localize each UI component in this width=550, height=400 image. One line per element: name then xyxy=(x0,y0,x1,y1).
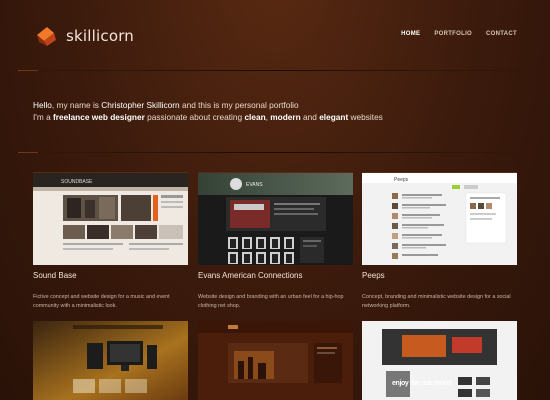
nav-contact[interactable]: CONTACT xyxy=(486,31,517,37)
thumb-brand-text: SOUNDBASE xyxy=(61,179,93,185)
thumb-tagline-text: enjoy the ride more! xyxy=(392,380,452,387)
sixth-screenshot: enjoy the ride more! xyxy=(362,321,517,400)
word-elegant: elegant xyxy=(319,112,349,122)
header: skillicorn HOME PORTFOLIO CONTACT xyxy=(0,0,550,70)
greeting-hello: Hello xyxy=(33,100,52,110)
logo[interactable]: skillicorn xyxy=(34,23,134,49)
fifth-screenshot xyxy=(198,321,353,400)
word-modern: modern xyxy=(270,112,301,122)
nav-home[interactable]: HOME xyxy=(401,31,420,37)
role-text: freelance web designer xyxy=(53,112,145,122)
project-thumbnail[interactable]: Peeps xyxy=(362,172,517,265)
author-name: Christopher Skillicorn xyxy=(101,100,180,110)
intro-text-e: and xyxy=(300,112,320,122)
project-title[interactable]: Evans American Connections xyxy=(198,271,303,280)
main-nav: HOME PORTFOLIO CONTACT xyxy=(401,31,517,37)
project-card[interactable] xyxy=(198,321,353,400)
project-thumbnail[interactable] xyxy=(198,321,353,400)
intro-text-c: passionate about creating xyxy=(144,112,245,122)
intro-text-a: I'm a xyxy=(33,112,54,122)
project-card[interactable]: EVANS Evans American Connections Website… xyxy=(198,172,353,309)
word-clean: clean xyxy=(244,112,266,122)
logo-mark-icon xyxy=(37,27,56,46)
intro-line-1: Hello, my name is Christopher Skillicorn… xyxy=(33,99,523,111)
project-description: Concept, branding and minimalistic websi… xyxy=(362,294,511,309)
peeps-screenshot: Peeps xyxy=(362,173,517,265)
project-description: Fictive concept and website design for a… xyxy=(33,294,170,309)
fourth-screenshot xyxy=(33,321,188,400)
brand-name: skillicorn xyxy=(66,27,135,45)
soundbase-screenshot: SOUNDBASE xyxy=(33,173,188,265)
evans-screenshot: EVANS xyxy=(198,173,353,265)
project-card[interactable]: enjoy the ride more! xyxy=(362,321,517,400)
divider xyxy=(0,152,550,153)
project-card[interactable]: SOUNDBASE Sound Base Fictive concept and… xyxy=(33,172,188,309)
intro-text: Hello, my name is Christopher Skillicorn… xyxy=(33,99,523,123)
project-description: Website design and branding with an urba… xyxy=(198,294,344,309)
project-thumbnail[interactable] xyxy=(33,321,188,400)
project-title[interactable]: Sound Base xyxy=(33,271,77,280)
greeting-text-end: and this is my personal portfolio xyxy=(179,100,299,110)
project-thumbnail[interactable]: SOUNDBASE xyxy=(33,172,188,265)
project-card[interactable]: Peeps Peeps Concept, branding and minima… xyxy=(362,172,517,309)
project-thumbnail[interactable]: enjoy the ride more! xyxy=(362,321,517,400)
project-card[interactable] xyxy=(33,321,188,400)
intro-line-2: I'm a freelance web designer passionate … xyxy=(33,111,523,123)
thumb-brand-text: EVANS xyxy=(246,182,263,188)
intro-text-f: websites xyxy=(348,112,383,122)
project-thumbnail[interactable]: EVANS xyxy=(198,172,353,265)
thumb-brand-text: Peeps xyxy=(394,177,409,183)
project-title[interactable]: Peeps xyxy=(362,271,385,280)
greeting-text: , my name is xyxy=(51,100,102,110)
nav-portfolio[interactable]: PORTFOLIO xyxy=(434,31,472,37)
divider xyxy=(0,70,550,71)
